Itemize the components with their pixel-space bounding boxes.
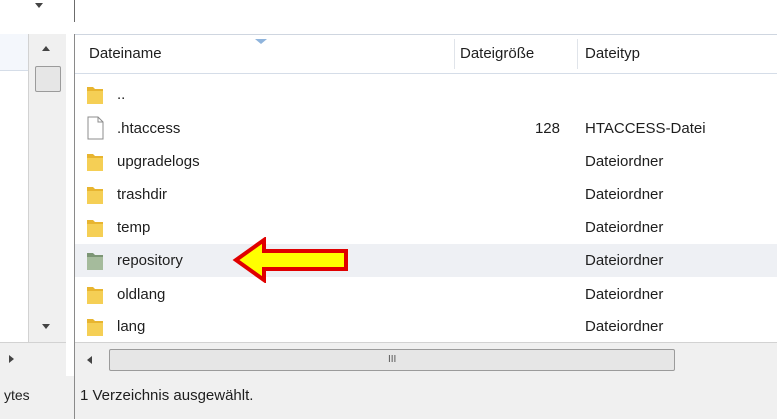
file-name: oldlang [117,286,166,303]
column-header-name[interactable]: Dateiname [89,35,162,73]
folder-icon [87,154,103,171]
file-row-selected[interactable]: repository Dateiordner [75,244,777,277]
file-type: Dateiordner [585,318,664,335]
scroll-thumb[interactable]: III [109,349,675,371]
folder-icon [87,87,103,104]
scroll-grip-icon: III [388,354,397,365]
directory-tree-pane[interactable] [0,34,28,377]
file-name: .. [117,86,126,103]
folder-icon [87,319,103,336]
file-row[interactable]: temp Dateiordner [75,211,777,244]
chevron-down-icon [35,3,43,8]
toolbar [0,0,777,24]
arrow-down-icon [42,324,50,329]
pane-splitter[interactable] [66,34,74,376]
scroll-down-button[interactable] [28,312,65,342]
file-row[interactable]: upgradelogs Dateiordner [75,145,777,178]
column-separator[interactable] [454,39,455,69]
file-type: HTACCESS-Datei [585,120,706,137]
status-text: 1 Verzeichnis ausgewählt. [80,387,254,404]
folder-icon [87,287,103,304]
file-row[interactable]: trashdir Dateiordner [75,178,777,211]
toolbar-divider [74,0,75,22]
tree-status-text: ytes [4,387,30,403]
folder-icon [87,220,103,237]
sort-indicator-icon [255,39,267,44]
repository-folder-icon [87,253,103,270]
scroll-left-button[interactable] [83,352,97,368]
column-separator[interactable] [577,39,578,69]
file-type: Dateiordner [585,286,664,303]
directory-tree-header [0,34,28,71]
arrow-left-icon [87,356,92,364]
folder-icon [87,187,103,204]
column-header-type[interactable]: Dateityp [585,35,640,73]
annotation-arrow-icon [232,237,348,283]
arrow-right-icon [9,355,14,363]
file-icon [87,116,104,140]
file-name: trashdir [117,186,168,203]
file-row[interactable]: lang Dateiordner [75,310,777,343]
arrow-up-icon [42,46,50,51]
scroll-up-button[interactable] [28,34,65,65]
status-bar: 1 Verzeichnis ausgewählt. [75,376,777,419]
tree-status-bar: ytes [0,376,74,419]
file-type: Dateiordner [585,219,664,236]
file-type: Dateiordner [585,153,664,170]
file-name: .htaccess [117,120,181,137]
file-row[interactable]: .htaccess 128 HTACCESS-Datei [75,112,777,145]
tree-horizontal-scrollbar[interactable] [0,342,66,377]
file-name: lang [117,318,146,335]
column-header-row: Dateiname Dateigröße Dateityp [75,35,777,74]
file-size: 128 [534,120,560,137]
file-name: repository [117,252,183,269]
file-row[interactable]: oldlang Dateiordner [75,278,777,311]
list-horizontal-scrollbar[interactable]: III [75,342,777,377]
view-dropdown-button[interactable] [0,0,66,22]
file-name: temp [117,219,151,236]
file-type: Dateiordner [585,186,664,203]
scroll-thumb[interactable] [35,66,61,92]
file-row-parent[interactable]: .. [75,78,777,111]
file-type: Dateiordner [585,252,664,269]
column-header-size[interactable]: Dateigröße [460,35,534,73]
file-name: upgradelogs [117,153,200,170]
